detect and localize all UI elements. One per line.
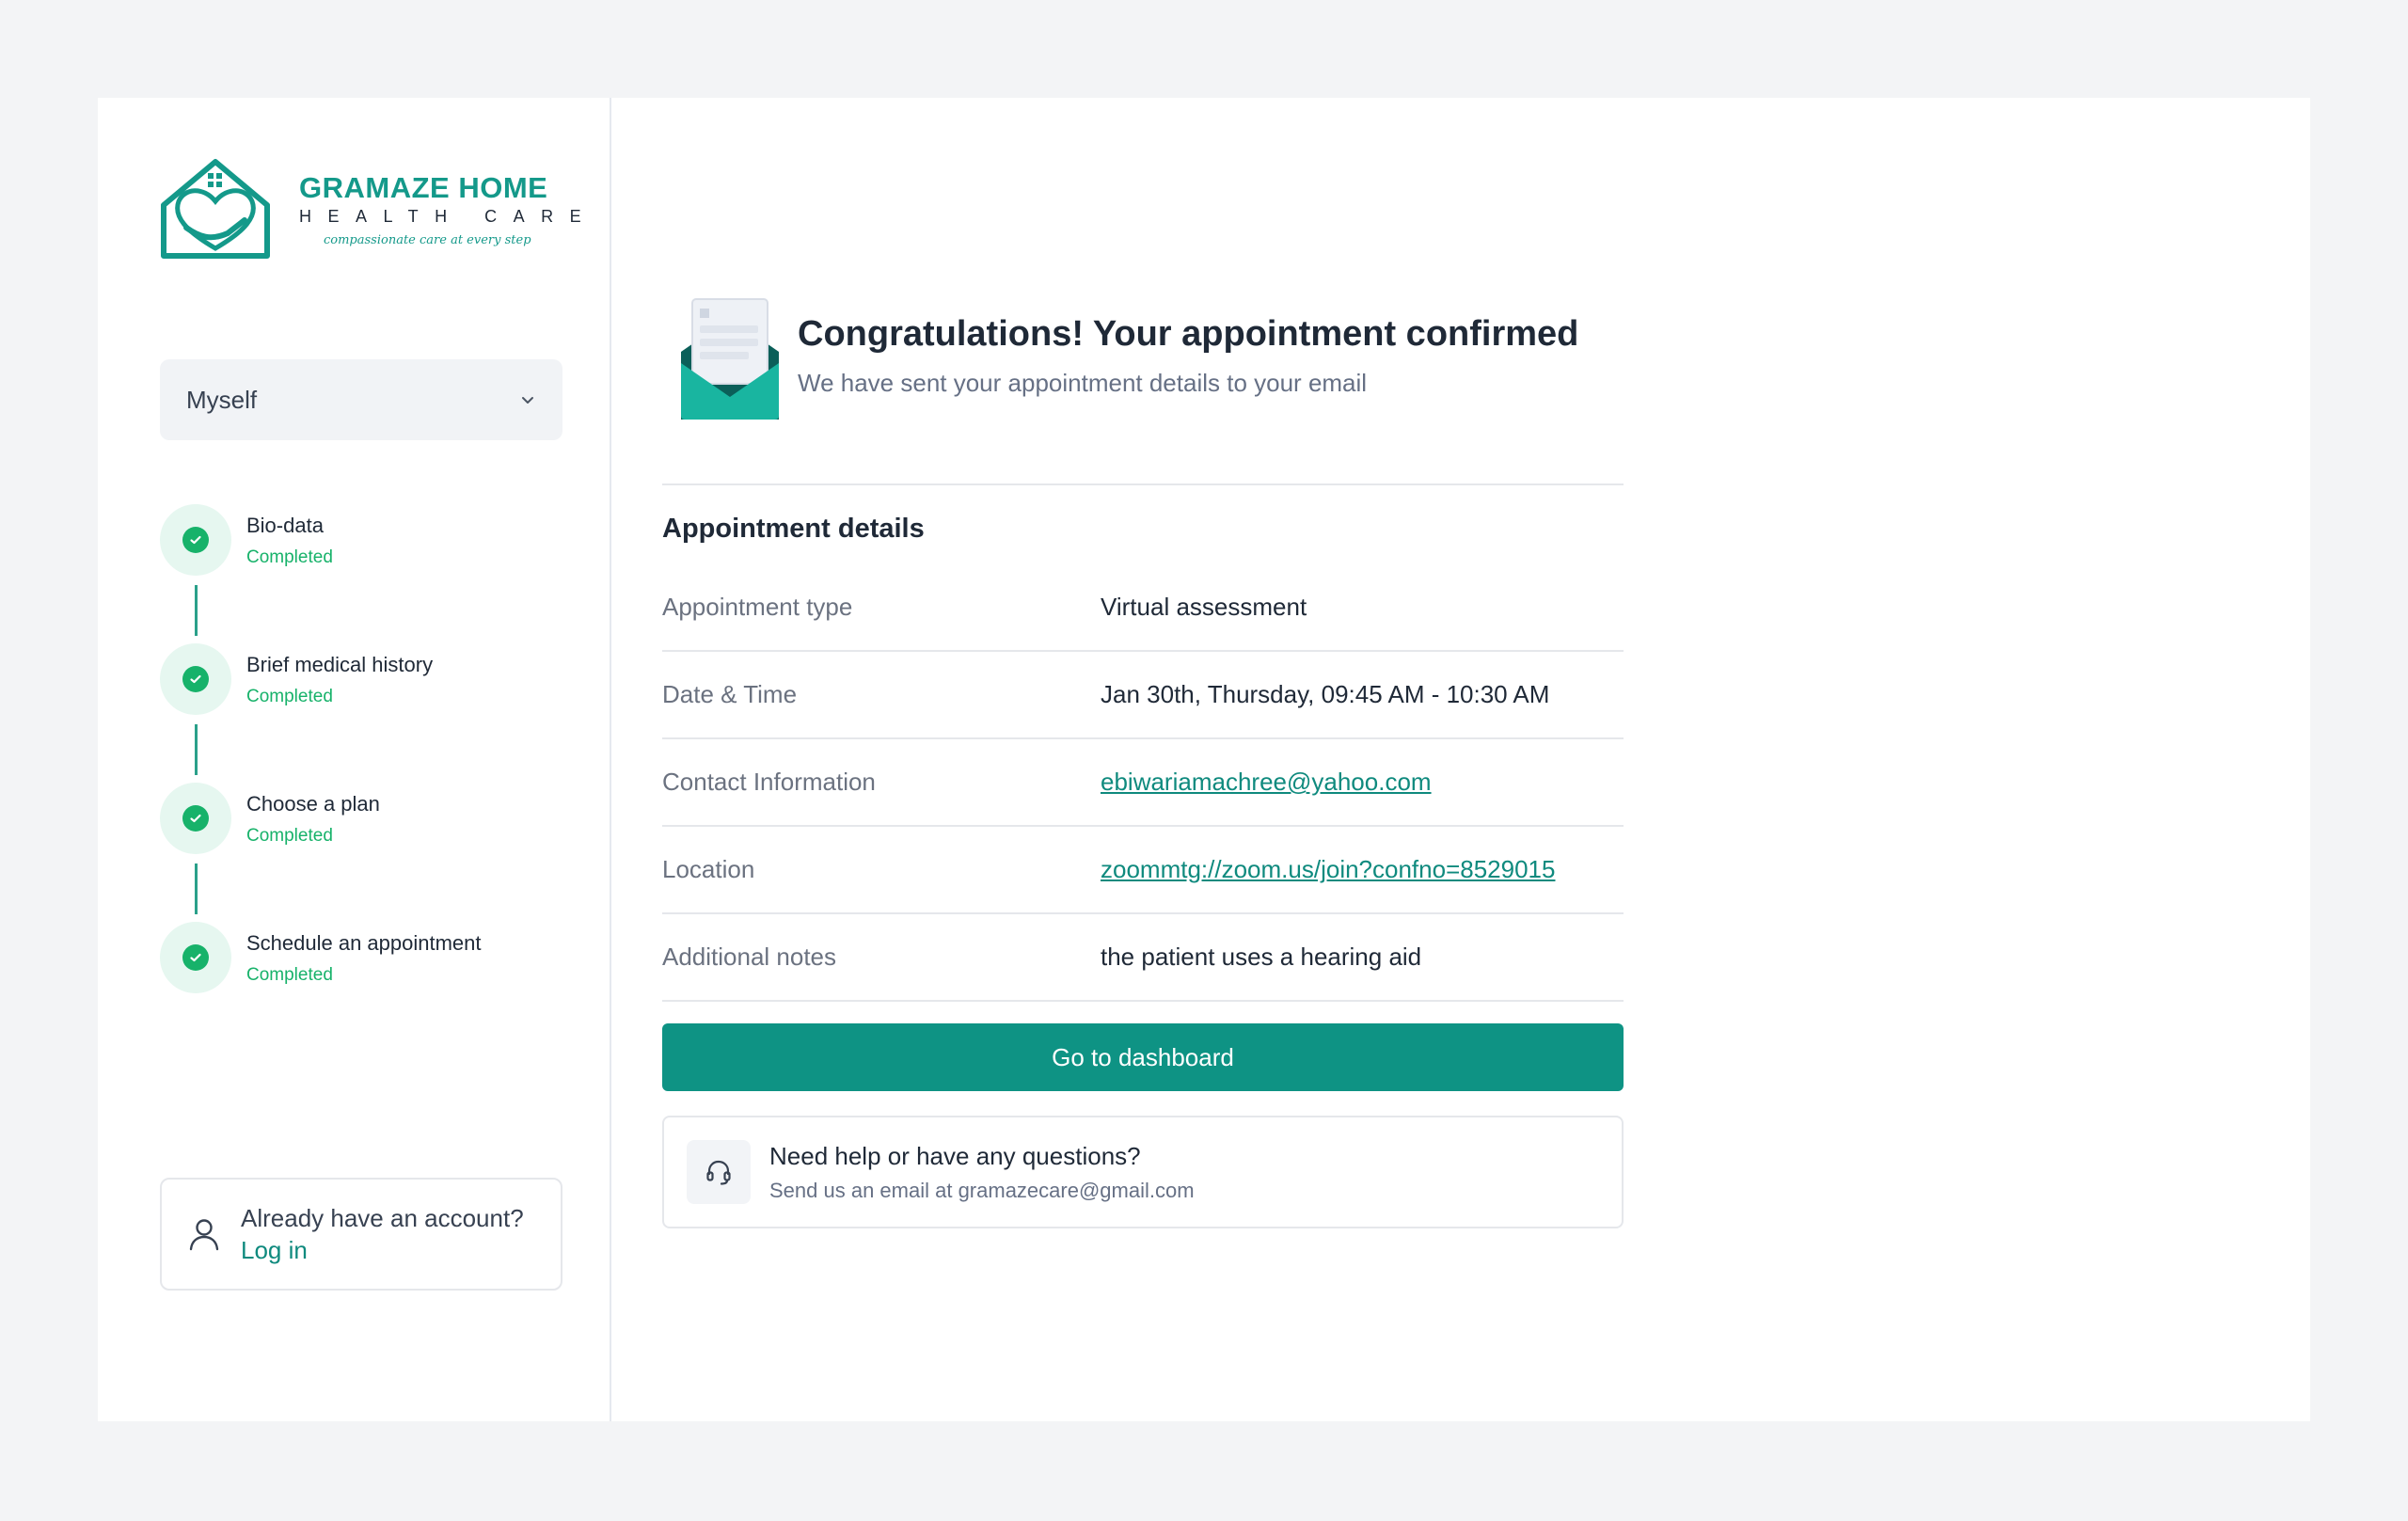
check-icon [182, 666, 209, 692]
go-to-dashboard-button[interactable]: Go to dashboard [662, 1023, 1624, 1091]
detail-row-type: Appointment type Virtual assessment [662, 564, 1624, 652]
step-status: Completed [246, 826, 333, 846]
step-title: Bio-data [246, 514, 324, 537]
step-connector [195, 863, 198, 914]
login-link[interactable]: Log in [241, 1234, 524, 1266]
confirmation-header: Congratulations! Your appointment confir… [662, 295, 1631, 427]
divider [662, 483, 1624, 485]
chevron-down-icon [522, 397, 533, 404]
step-status-circle [160, 922, 231, 993]
page-card: GRAMAZE HOME HEALTH CARE compassionate c… [98, 98, 2310, 1421]
details-heading: Appointment details [662, 514, 925, 544]
check-icon [182, 944, 209, 971]
check-icon [182, 527, 209, 553]
location-link[interactable]: zoommtg://zoom.us/join?confno=8529015 [1101, 855, 1555, 884]
detail-label: Contact Information [662, 768, 876, 796]
help-card: Need help or have any questions? Send us… [662, 1116, 1624, 1228]
detail-row-contact: Contact Information ebiwariamachree@yaho… [662, 739, 1624, 827]
brand-name: GRAMAZE HOME [299, 171, 548, 204]
step-connector [195, 585, 198, 636]
contact-email-link[interactable]: ebiwariamachree@yahoo.com [1101, 768, 1432, 797]
detail-label: Appointment type [662, 593, 853, 621]
detail-row-location: Location zoommtg://zoom.us/join?confno=8… [662, 827, 1624, 914]
step-status: Completed [246, 547, 333, 567]
step-title: Schedule an appointment [246, 931, 482, 955]
brand-subtitle: HEALTH CARE [299, 207, 598, 226]
patient-selector-value: Myself [186, 385, 258, 414]
detail-row-notes: Additional notes the patient uses a hear… [662, 914, 1624, 1002]
detail-row-datetime: Date & Time Jan 30th, Thursday, 09:45 AM… [662, 652, 1624, 739]
appointment-details: Appointment type Virtual assessment Date… [662, 564, 1624, 1002]
step-status-circle [160, 643, 231, 715]
headset-icon [687, 1140, 751, 1204]
confirmation-subtitle: We have sent your appointment details to… [798, 369, 1368, 397]
detail-value: Jan 30th, Thursday, 09:45 AM - 10:30 AM [1101, 680, 1550, 708]
check-icon [182, 805, 209, 832]
detail-label: Location [662, 855, 755, 883]
step-connector [195, 724, 198, 775]
sidebar: GRAMAZE HOME HEALTH CARE compassionate c… [98, 98, 611, 1421]
login-prompt: Already have an account? Log in [160, 1178, 562, 1291]
patient-selector[interactable]: Myself [160, 359, 562, 440]
step-status-circle [160, 504, 231, 576]
step-status-circle [160, 783, 231, 854]
step-status: Completed [246, 687, 333, 706]
help-subtitle: Send us an email at gramazecare@gmail.co… [769, 1178, 1195, 1202]
user-icon [189, 1219, 219, 1251]
step-status: Completed [246, 965, 333, 985]
brand-tagline: compassionate care at every step [324, 233, 531, 247]
detail-value: Virtual assessment [1101, 593, 1307, 621]
brand-logo[interactable]: GRAMAZE HOME HEALTH CARE compassionate c… [158, 158, 597, 261]
step-title: Choose a plan [246, 792, 380, 816]
confirmation-title: Congratulations! Your appointment confir… [798, 314, 1579, 354]
detail-value: the patient uses a hearing aid [1101, 943, 1422, 971]
detail-label: Additional notes [662, 943, 837, 971]
login-question: Already have an account? [241, 1204, 524, 1232]
house-heart-logo-icon [161, 159, 270, 259]
detail-label: Date & Time [662, 680, 798, 708]
envelope-icon [681, 298, 779, 420]
help-title: Need help or have any questions? [769, 1141, 1141, 1170]
step-title: Brief medical history [246, 653, 434, 676]
